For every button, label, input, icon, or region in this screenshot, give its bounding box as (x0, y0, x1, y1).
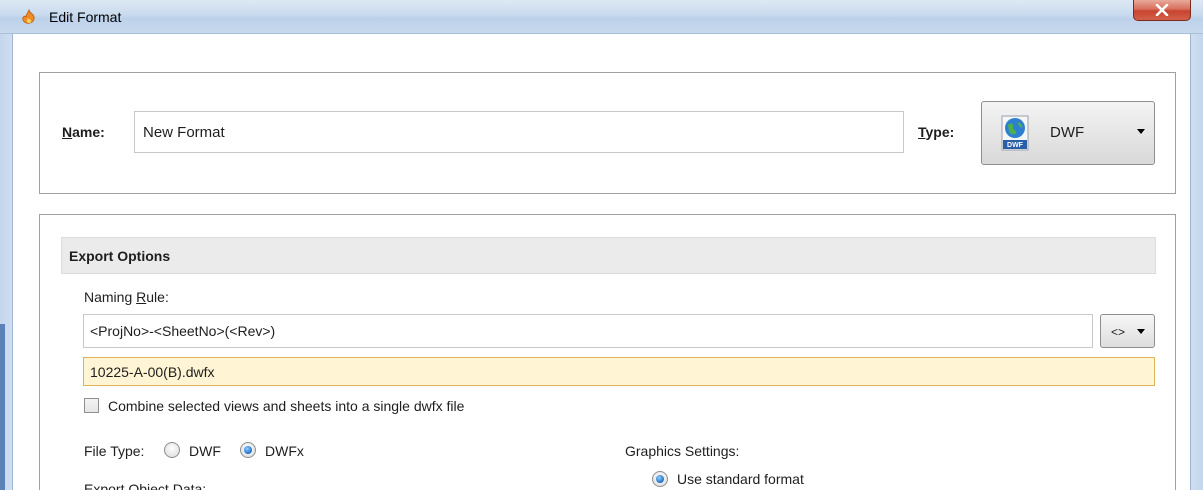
export-options-title: Export Options (69, 248, 171, 264)
window-frame-left (0, 34, 13, 490)
file-type-dwfx-label: DWFx (265, 443, 304, 459)
export-object-data-label: Export Object Data: (84, 481, 207, 490)
type-label: Type: (918, 124, 955, 140)
title-bar: Edit Format (0, 0, 1203, 34)
close-icon (1155, 4, 1169, 16)
naming-rule-label: Naming Rule: (84, 289, 169, 305)
export-options-header: Export Options (61, 237, 1156, 274)
use-standard-format-label: Use standard format (677, 471, 804, 487)
combine-checkbox-label: Combine selected views and sheets into a… (108, 398, 465, 414)
name-input[interactable]: New Format (134, 111, 904, 153)
chevron-down-icon (1137, 329, 1145, 334)
insert-parameter-label: <> (1111, 325, 1126, 339)
type-dropdown[interactable]: DWF DWF (981, 101, 1155, 165)
type-value: DWF (1050, 124, 1085, 141)
dwf-file-icon: DWF (1001, 115, 1029, 151)
use-standard-format-radio[interactable] (652, 471, 668, 487)
chevron-down-icon (1137, 129, 1145, 134)
window-title: Edit Format (49, 9, 122, 25)
app-icon (22, 9, 35, 24)
insert-parameter-button[interactable]: <> (1100, 314, 1155, 348)
combine-checkbox[interactable] (84, 398, 99, 413)
name-label: Name: (62, 124, 105, 140)
file-type-dwfx-radio[interactable] (240, 442, 256, 458)
file-type-label: File Type: (84, 443, 145, 459)
file-type-dwf-radio[interactable] (164, 442, 180, 458)
naming-rule-input[interactable]: <ProjNo>-<SheetNo>(<Rev>) (83, 314, 1093, 348)
dwf-icon-caption: DWF (1007, 142, 1024, 149)
file-type-dwf-label: DWF (189, 443, 221, 459)
filename-preview: 10225-A-00(B).dwfx (83, 357, 1155, 386)
graphics-settings-label: Graphics Settings: (625, 443, 740, 459)
window-frame-right (1190, 34, 1203, 490)
close-button[interactable] (1133, 0, 1191, 21)
